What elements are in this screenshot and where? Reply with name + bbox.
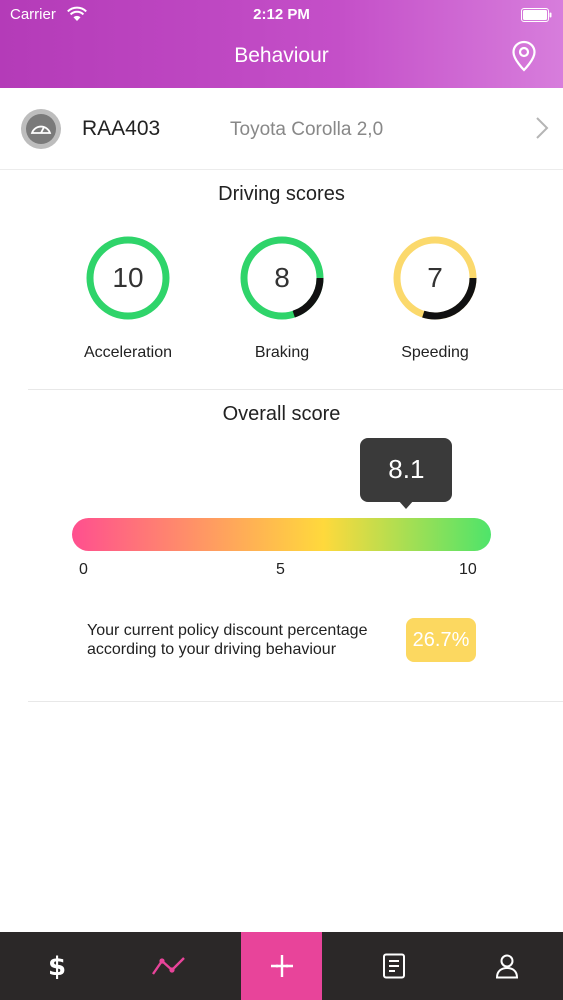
vehicle-plate: RAA403: [82, 117, 161, 140]
tab-dollar[interactable]: $: [16, 932, 97, 1000]
tab-behaviour[interactable]: [128, 932, 209, 1000]
chevron-right-icon[interactable]: [535, 116, 549, 140]
person-icon: [495, 954, 518, 979]
document-icon: [382, 953, 405, 979]
tab-add[interactable]: [241, 932, 322, 1000]
divider: [28, 389, 563, 390]
vehicle-selector[interactable]: RAA403 Toyota Corolla 2,0: [0, 88, 563, 170]
discount-badge: 26.7%: [406, 618, 476, 662]
location-pin-icon[interactable]: [511, 40, 537, 72]
acceleration-score-ring: 10: [83, 233, 173, 323]
tab-profile[interactable]: [466, 932, 547, 1000]
braking-label: Braking: [254, 344, 310, 361]
status-time: 2:12 PM: [253, 6, 310, 23]
speedometer-icon: [21, 109, 61, 149]
svg-text:$: $: [47, 952, 65, 981]
tab-bar: $: [0, 932, 563, 1000]
overall-score-title: Overall score: [222, 403, 341, 425]
speeding-score-value: 7: [427, 262, 443, 293]
header: Carrier 2:12 PM Behaviour: [0, 0, 563, 88]
acceleration-label: Acceleration: [83, 344, 173, 361]
status-bar: Carrier 2:12 PM: [0, 0, 563, 30]
acceleration-score-value: 10: [112, 262, 144, 293]
trend-line-icon: [151, 957, 185, 975]
overall-score-bar: [72, 518, 491, 551]
speeding-label: Speeding: [401, 344, 469, 361]
tab-documents[interactable]: [353, 932, 434, 1000]
discount-description: Your current policy discount percentage …: [87, 622, 368, 658]
braking-score-ring: 8: [237, 233, 327, 323]
plus-icon: [270, 955, 293, 977]
bar-max-label: 10: [459, 561, 477, 578]
vehicle-model: Toyota Corolla 2,0: [230, 119, 384, 140]
divider: [28, 701, 563, 702]
bar-mid-label: 5: [276, 561, 285, 578]
driving-scores-title: Driving scores: [218, 183, 345, 205]
tooltip-pointer: [398, 500, 415, 509]
speeding-score-ring: 7: [390, 233, 480, 323]
dollar-icon: $: [47, 952, 65, 981]
overall-score-tooltip: 8.1: [360, 438, 453, 502]
battery-icon: [521, 8, 552, 22]
page-title: Behaviour: [234, 44, 329, 67]
braking-score-value: 8: [274, 262, 290, 293]
bar-min-label: 0: [79, 561, 88, 578]
